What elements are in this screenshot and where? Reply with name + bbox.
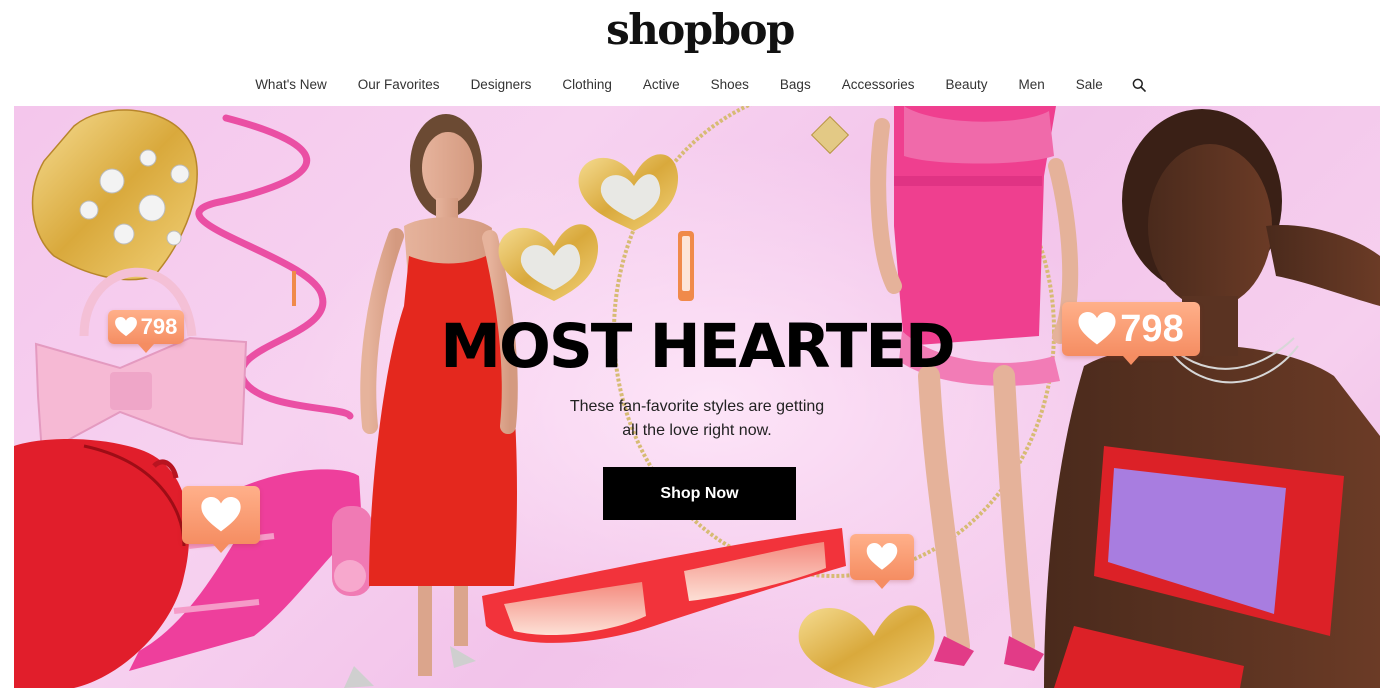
- nav-item-sale[interactable]: Sale: [1060, 74, 1118, 96]
- gold-heart-earrings: [498, 154, 694, 301]
- heart-badge: [182, 486, 260, 553]
- hero-banner[interactable]: 798 798 MOST HEARTED These fan-favorite …: [14, 106, 1380, 688]
- search-icon: [1132, 78, 1147, 92]
- hero-subcopy-line: These fan-favorite styles are getting: [569, 398, 825, 415]
- nav-item-clothing[interactable]: Clothing: [547, 74, 628, 96]
- nav-item-our-favorites[interactable]: Our Favorites: [342, 74, 455, 96]
- shop-now-button[interactable]: Shop Now: [603, 467, 796, 520]
- main-nav: What's New Our Favorites Designers Cloth…: [0, 74, 1400, 96]
- heart-icon: [201, 497, 241, 532]
- nav-item-designers[interactable]: Designers: [455, 74, 547, 96]
- model-pink-feather-dress: [870, 106, 1079, 671]
- nav-item-active[interactable]: Active: [627, 74, 695, 96]
- hero-subcopy-line: all the love right now.: [622, 422, 772, 439]
- heart-badge: [850, 534, 914, 589]
- nav-item-shoes[interactable]: Shoes: [695, 74, 764, 96]
- monogram-charm: [810, 115, 850, 155]
- model-red-purple-top: [1044, 109, 1380, 688]
- nav-item-bags[interactable]: Bags: [764, 74, 826, 96]
- heart-icon: [866, 543, 898, 570]
- nav-item-men[interactable]: Men: [1003, 74, 1060, 96]
- gold-heart-ring: [31, 109, 198, 281]
- red-sunglasses: [482, 528, 846, 643]
- nav-item-beauty[interactable]: Beauty: [930, 74, 1003, 96]
- nav-item-accessories[interactable]: Accessories: [826, 74, 930, 96]
- nav-item-whats-new[interactable]: What's New: [240, 74, 343, 96]
- search-button[interactable]: [1118, 74, 1160, 96]
- shopbop-logo[interactable]: shopbop: [0, 4, 1400, 56]
- gold-puffy-heart: [798, 605, 935, 688]
- hero-headline: MOST HEARTED: [440, 311, 955, 382]
- hero-subcopy: These fan-favorite styles are getting al…: [547, 395, 847, 443]
